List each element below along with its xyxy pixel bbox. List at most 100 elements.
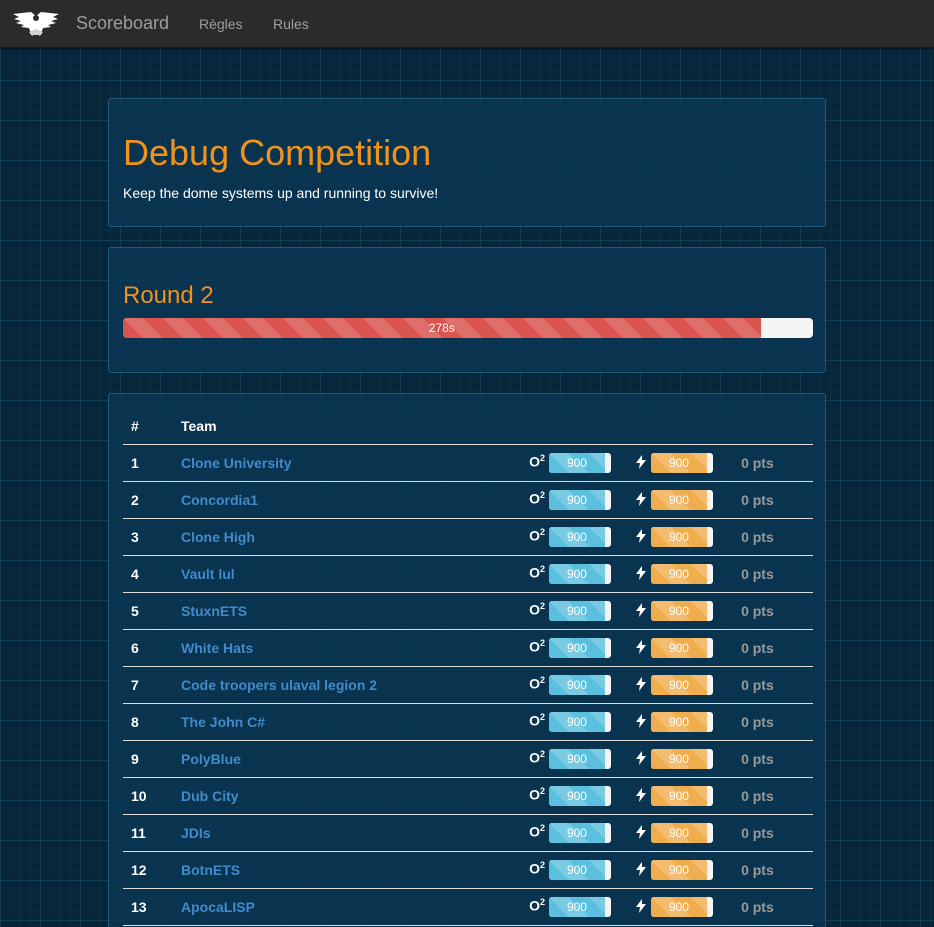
team-points: 0 pts bbox=[733, 555, 813, 593]
team-points: 0 pts bbox=[733, 592, 813, 630]
power-meter-fill: 900 bbox=[651, 564, 707, 584]
o2-label-text: O bbox=[529, 823, 540, 840]
o2-cell: O2 900 bbox=[521, 629, 628, 667]
lightning-bolt-icon bbox=[635, 602, 651, 620]
team-name-cell: BotnETS bbox=[173, 851, 522, 889]
o2-meter: 900 bbox=[549, 601, 612, 621]
power-cell: 900 bbox=[627, 777, 734, 815]
o2-meter-fill: 900 bbox=[549, 675, 605, 695]
o2-label-sup: 2 bbox=[539, 860, 545, 871]
o2-label-sup: 2 bbox=[539, 897, 545, 908]
o2-meter: 900 bbox=[549, 490, 612, 510]
team-name-cell: JDIs bbox=[173, 814, 522, 852]
scoreboard-table: # Team 1 Clone University O2 900 900 0 pts 2 Co… bbox=[123, 408, 813, 926]
team-link[interactable]: Code troopers ulaval legion 2 bbox=[181, 677, 377, 693]
team-points: 0 pts bbox=[733, 851, 813, 889]
power-meter-fill: 900 bbox=[651, 675, 707, 695]
power-meter-fill: 900 bbox=[651, 453, 707, 473]
team-link[interactable]: Vault lul bbox=[181, 566, 235, 582]
eagle-logo-icon[interactable] bbox=[11, 8, 61, 38]
o2-icon: O2 bbox=[529, 490, 549, 507]
power-meter-fill: 900 bbox=[651, 897, 707, 917]
o2-icon: O2 bbox=[529, 564, 549, 581]
o2-label-text: O bbox=[529, 786, 540, 803]
table-row: 1 Clone University O2 900 900 0 pts bbox=[123, 444, 813, 482]
team-rank: 5 bbox=[123, 592, 173, 630]
scoreboard-panel: # Team 1 Clone University O2 900 900 0 pts 2 Co… bbox=[108, 393, 826, 927]
power-meter-fill: 900 bbox=[651, 638, 707, 658]
team-link[interactable]: Clone University bbox=[181, 455, 291, 471]
power-meter: 900 bbox=[651, 897, 714, 917]
team-points: 0 pts bbox=[733, 629, 813, 667]
power-cell: 900 bbox=[627, 481, 734, 519]
team-rank: 12 bbox=[123, 851, 173, 889]
table-row: 9 PolyBlue O2 900 900 0 pts bbox=[123, 740, 813, 778]
lightning-bolt-icon bbox=[635, 454, 651, 472]
table-row: 10 Dub City O2 900 900 0 pts bbox=[123, 777, 813, 815]
o2-cell: O2 900 bbox=[521, 777, 628, 815]
o2-meter-fill: 900 bbox=[549, 897, 605, 917]
o2-cell: O2 900 bbox=[521, 851, 628, 889]
team-name-cell: The John C# bbox=[173, 703, 522, 741]
nav-link-rules[interactable]: Rules bbox=[273, 16, 309, 32]
o2-label-text: O bbox=[529, 897, 540, 914]
lightning-bolt-icon bbox=[635, 639, 651, 657]
o2-meter: 900 bbox=[549, 527, 612, 547]
nav-link-regles[interactable]: Règles bbox=[199, 16, 243, 32]
power-meter: 900 bbox=[651, 527, 714, 547]
power-meter: 900 bbox=[651, 786, 714, 806]
team-link[interactable]: BotnETS bbox=[181, 862, 240, 878]
o2-label-text: O bbox=[529, 564, 540, 581]
team-link[interactable]: White Hats bbox=[181, 640, 253, 656]
o2-cell: O2 900 bbox=[521, 518, 628, 556]
team-link[interactable]: Dub City bbox=[181, 788, 239, 804]
o2-meter-fill: 900 bbox=[549, 564, 605, 584]
power-meter: 900 bbox=[651, 490, 714, 510]
team-link[interactable]: StuxnETS bbox=[181, 603, 247, 619]
o2-cell: O2 900 bbox=[521, 592, 628, 630]
round-progress-fill: 278s bbox=[123, 318, 761, 338]
team-link[interactable]: ApocaLISP bbox=[181, 899, 255, 915]
team-link[interactable]: PolyBlue bbox=[181, 751, 241, 767]
o2-meter: 900 bbox=[549, 786, 612, 806]
navbar: Scoreboard Règles Rules bbox=[0, 0, 934, 48]
o2-icon: O2 bbox=[529, 601, 549, 618]
o2-meter-fill: 900 bbox=[549, 453, 605, 473]
o2-label-sup: 2 bbox=[539, 527, 545, 538]
team-link[interactable]: JDIs bbox=[181, 825, 211, 841]
team-rank: 4 bbox=[123, 555, 173, 593]
o2-meter: 900 bbox=[549, 453, 612, 473]
lightning-bolt-icon bbox=[635, 528, 651, 546]
o2-icon: O2 bbox=[529, 823, 549, 840]
table-row: 8 The John C# O2 900 900 0 pts bbox=[123, 703, 813, 741]
team-link[interactable]: Concordia1 bbox=[181, 492, 258, 508]
table-row: 7 Code troopers ulaval legion 2 O2 900 900 0 … bbox=[123, 666, 813, 704]
team-name-cell: White Hats bbox=[173, 629, 522, 667]
table-row: 4 Vault lul O2 900 900 0 pts bbox=[123, 555, 813, 593]
power-cell: 900 bbox=[627, 703, 734, 741]
o2-meter-fill: 900 bbox=[549, 527, 605, 547]
team-points: 0 pts bbox=[733, 518, 813, 556]
o2-icon: O2 bbox=[529, 749, 549, 766]
o2-label-text: O bbox=[529, 675, 540, 692]
o2-icon: O2 bbox=[529, 527, 549, 544]
team-link[interactable]: Clone High bbox=[181, 529, 255, 545]
power-cell: 900 bbox=[627, 592, 734, 630]
o2-label-sup: 2 bbox=[539, 453, 545, 464]
power-cell: 900 bbox=[627, 740, 734, 778]
o2-cell: O2 900 bbox=[521, 666, 628, 704]
competition-subtitle: Keep the dome systems up and running to … bbox=[123, 185, 439, 201]
o2-label-sup: 2 bbox=[539, 712, 545, 723]
o2-label-sup: 2 bbox=[539, 564, 545, 575]
team-rank: 2 bbox=[123, 481, 173, 519]
o2-cell: O2 900 bbox=[521, 740, 628, 778]
o2-meter-fill: 900 bbox=[549, 860, 605, 880]
team-link[interactable]: The John C# bbox=[181, 714, 265, 730]
o2-meter-fill: 900 bbox=[549, 823, 605, 843]
team-points: 0 pts bbox=[733, 444, 813, 482]
o2-label-sup: 2 bbox=[539, 601, 545, 612]
brand-scoreboard-link[interactable]: Scoreboard bbox=[76, 13, 169, 34]
team-points: 0 pts bbox=[733, 888, 813, 926]
competition-title: Debug Competition bbox=[123, 132, 432, 173]
power-cell: 900 bbox=[627, 629, 734, 667]
